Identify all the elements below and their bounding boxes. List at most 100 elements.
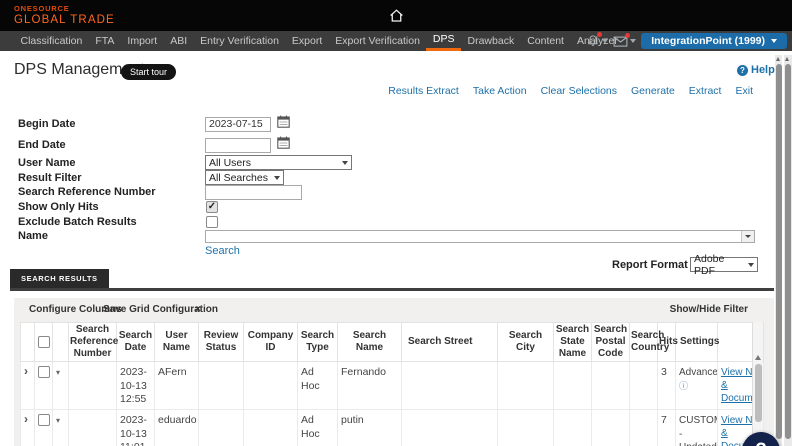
show-only-hits-row: Show Only Hits ✓ bbox=[0, 200, 770, 213]
exclude-batch-results-label: Exclude Batch Results bbox=[18, 216, 137, 228]
messages-control[interactable] bbox=[613, 35, 636, 48]
search-reference-number-input[interactable] bbox=[205, 185, 302, 200]
brand-logo[interactable]: ONESOURCE GLOBAL TRADE bbox=[14, 5, 115, 26]
row-expand-icon[interactable]: › bbox=[24, 412, 28, 426]
search-link[interactable]: Search bbox=[205, 245, 240, 257]
generate-link[interactable]: Generate bbox=[631, 85, 675, 97]
select-all-checkbox[interactable] bbox=[38, 336, 50, 348]
header-menu bbox=[53, 323, 69, 362]
result-filter-value: All Searches bbox=[209, 172, 268, 184]
header-hits[interactable]: Hits bbox=[658, 323, 676, 362]
exit-link[interactable]: Exit bbox=[735, 85, 753, 97]
cell-search-reference-number bbox=[69, 409, 117, 446]
nav-item-classification[interactable]: Classification bbox=[14, 31, 89, 51]
top-bar: ONESOURCE GLOBAL TRADE bbox=[0, 0, 792, 31]
cell-search-date: 2023-10-13 11:01 bbox=[117, 409, 155, 446]
tab-search-results[interactable]: SEARCH RESULTS bbox=[10, 269, 109, 288]
header-review-status[interactable]: Review Status bbox=[199, 323, 244, 362]
nav-item-content[interactable]: Content bbox=[521, 31, 571, 51]
end-date-row: End Date bbox=[0, 137, 770, 153]
nav-item-abi[interactable]: ABI bbox=[164, 31, 194, 51]
inner-scrollbar[interactable] bbox=[784, 55, 792, 446]
cell-hits: 7 bbox=[658, 409, 676, 446]
row-checkbox[interactable] bbox=[38, 366, 50, 378]
result-filter-select[interactable]: All Searches bbox=[205, 170, 284, 185]
name-combobox-input[interactable] bbox=[205, 230, 755, 243]
nav-item-drawback[interactable]: Drawback bbox=[461, 31, 521, 51]
scroll-up-icon[interactable] bbox=[785, 57, 789, 61]
calendar-icon[interactable] bbox=[277, 115, 290, 133]
nav-item-dps[interactable]: DPS bbox=[426, 31, 461, 51]
nav-item-export[interactable]: Export bbox=[285, 31, 328, 51]
caret-down-icon bbox=[602, 39, 608, 43]
info-icon[interactable]: ⓘ bbox=[679, 381, 688, 391]
header-search-postal-code[interactable]: Search Postal Code bbox=[592, 323, 630, 362]
take-action-link[interactable]: Take Action bbox=[473, 85, 527, 97]
header-settings[interactable]: Settings bbox=[676, 323, 718, 362]
end-date-label: End Date bbox=[18, 139, 66, 151]
cell-search-reference-number bbox=[69, 362, 117, 410]
header-search-reference-number[interactable]: Search Reference Number bbox=[69, 323, 117, 362]
header-search-date[interactable]: Search Date bbox=[117, 323, 155, 362]
cell-search-country bbox=[630, 362, 658, 410]
cell-company-id bbox=[244, 362, 298, 410]
header-search-country[interactable]: Search Country bbox=[630, 323, 658, 362]
cell-search-name: Fernando bbox=[338, 362, 402, 410]
row-expand-icon[interactable]: › bbox=[24, 364, 28, 378]
outer-scrollbar-thumb[interactable] bbox=[776, 64, 782, 439]
exclude-batch-results-checkbox[interactable] bbox=[206, 216, 218, 228]
scroll-up-icon[interactable] bbox=[755, 355, 761, 360]
message-badge bbox=[625, 33, 630, 38]
nav-item-export-verification[interactable]: Export Verification bbox=[329, 31, 427, 51]
user-name-select[interactable]: All Users bbox=[205, 155, 352, 170]
row-menu-icon[interactable]: ▾ bbox=[56, 368, 60, 377]
header-search-street[interactable]: Search Street bbox=[402, 323, 498, 362]
home-icon[interactable] bbox=[388, 7, 405, 29]
header-company-id[interactable]: Company ID bbox=[244, 323, 298, 362]
notifications-control[interactable] bbox=[586, 34, 608, 48]
start-tour-button[interactable]: Start tour bbox=[121, 64, 176, 80]
nav-item-entry-verification[interactable]: Entry Verification bbox=[194, 31, 286, 51]
report-format-select[interactable]: Adobe PDF bbox=[690, 257, 758, 272]
result-filter-label: Result Filter bbox=[18, 172, 82, 184]
results-extract-link[interactable]: Results Extract bbox=[388, 85, 459, 97]
account-menu-button[interactable]: IntegrationPoint (1999) bbox=[641, 33, 787, 49]
main-nav: Classification FTA Import ABI Entry Veri… bbox=[0, 31, 792, 51]
row-checkbox[interactable] bbox=[38, 414, 50, 426]
calendar-icon[interactable] bbox=[277, 136, 290, 154]
show-only-hits-label: Show Only Hits bbox=[18, 201, 99, 213]
extract-link[interactable]: Extract bbox=[689, 85, 722, 97]
help-link[interactable]: ? Help bbox=[737, 64, 775, 76]
show-only-hits-checkbox[interactable]: ✓ bbox=[206, 201, 218, 213]
scroll-up-icon[interactable] bbox=[776, 57, 780, 61]
cell-user-name: eduardo bbox=[155, 409, 199, 446]
close-icon[interactable]: × bbox=[195, 304, 201, 315]
header-user-name[interactable]: User Name bbox=[155, 323, 199, 362]
name-row: Name bbox=[0, 229, 770, 243]
caret-down-icon bbox=[342, 161, 348, 165]
clear-selections-link[interactable]: Clear Selections bbox=[541, 85, 617, 97]
begin-date-input[interactable] bbox=[205, 117, 271, 132]
end-date-input[interactable] bbox=[205, 138, 271, 153]
inner-scrollbar-thumb[interactable] bbox=[785, 64, 791, 439]
header-search-name[interactable]: Search Name bbox=[338, 323, 402, 362]
grid-scrollbar-thumb[interactable] bbox=[755, 364, 762, 422]
help-icon: ? bbox=[737, 65, 748, 76]
row-menu-icon[interactable]: ▾ bbox=[56, 416, 60, 425]
outer-scrollbar[interactable] bbox=[775, 55, 782, 446]
nav-item-fta[interactable]: FTA bbox=[89, 31, 121, 51]
brand-line1: ONESOURCE bbox=[14, 5, 115, 13]
grid-scrollbar[interactable] bbox=[752, 322, 763, 446]
name-combobox-button[interactable] bbox=[741, 231, 754, 242]
cell-search-street bbox=[402, 362, 498, 410]
cell-search-street bbox=[402, 409, 498, 446]
cell-search-type: Ad Hoc bbox=[298, 362, 338, 410]
table-row: › ▾ 2023-10-13 11:01 eduardo Ad Hoc puti… bbox=[21, 409, 764, 446]
header-search-city[interactable]: Search City bbox=[498, 323, 554, 362]
header-search-state-name[interactable]: Search State Name bbox=[554, 323, 592, 362]
header-search-type[interactable]: Search Type bbox=[298, 323, 338, 362]
nav-item-import[interactable]: Import bbox=[121, 31, 164, 51]
begin-date-label: Begin Date bbox=[18, 118, 75, 130]
cell-search-name: putin bbox=[338, 409, 402, 446]
show-hide-filter-button[interactable]: Show/Hide Filter bbox=[670, 304, 748, 315]
